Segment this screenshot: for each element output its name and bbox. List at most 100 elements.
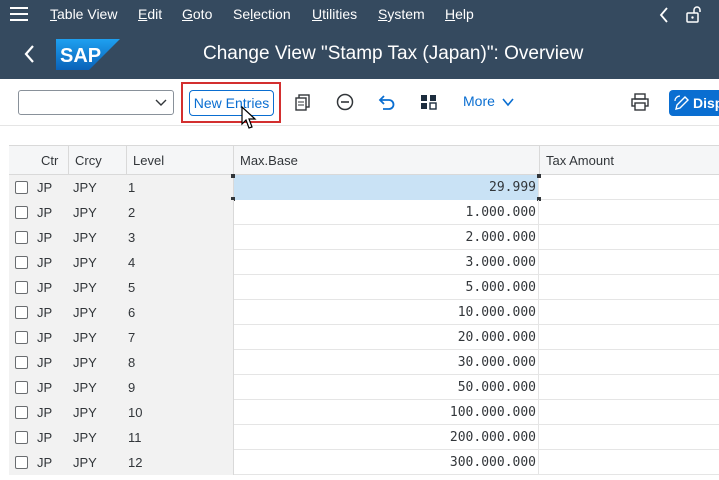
menu-system[interactable]: System [378,6,425,23]
cell-max-base[interactable]: 30.000.000 [233,350,539,375]
table-row[interactable]: JP JPY 3 2.000.000 [9,225,719,250]
table-row[interactable]: JP JPY 5 5.000.000 [9,275,719,300]
menu-table-view[interactable]: Table View [50,6,117,23]
cell-level: 1 [128,180,136,195]
more-button-label: More [463,93,495,109]
row-select-checkbox[interactable] [15,206,28,219]
cell-max-base[interactable]: 3.000.000 [233,250,539,275]
cell-level: 3 [128,230,136,245]
cell-max-base[interactable]: 20.000.000 [233,325,539,350]
cell-max-base[interactable]: 300.000.000 [233,450,539,475]
cell-level: 2 [128,205,136,220]
column-header-ctr[interactable]: Ctr [35,146,71,175]
cell-crcy: JPY [73,255,97,270]
column-header-level[interactable]: Level [126,146,233,175]
table-row[interactable]: JP JPY 6 10.000.000 [9,300,719,325]
cell-crcy: JPY [73,280,97,295]
delete-icon[interactable] [335,92,355,112]
unlock-icon[interactable] [684,5,702,23]
table-row[interactable]: JP JPY 12 300.000.000 [9,450,719,475]
row-select-checkbox[interactable] [15,281,28,294]
print-icon[interactable] [630,92,650,112]
cell-level: 4 [128,255,136,270]
cell-ctr: JP [37,305,53,320]
menu-goto[interactable]: Goto [182,6,212,23]
undo-icon[interactable] [377,92,397,112]
cell-max-base[interactable]: 50.000.000 [233,375,539,400]
row-select-checkbox[interactable] [15,306,28,319]
page-title: Change View "Stamp Tax (Japan)": Overvie… [203,43,584,64]
select-blocks-icon[interactable] [419,92,439,112]
cell-max-base[interactable]: 5.000.000 [233,275,539,300]
display-button-label: Disp [693,95,719,111]
cell-crcy: JPY [73,455,97,470]
copy-icon[interactable] [293,92,313,112]
table-row[interactable]: JP JPY 11 200.000.000 [9,425,719,450]
cell-max-base[interactable]: 2.000.000 [233,225,539,250]
row-select-checkbox[interactable] [15,256,28,269]
cell-ctr: JP [37,430,53,445]
column-header-tax-amount[interactable]: Tax Amount [539,146,719,175]
chevron-down-icon [155,99,167,106]
cell-ctr: JP [37,405,53,420]
cell-ctr: JP [37,355,53,370]
table-row[interactable]: JP JPY 1 29.999 [9,174,719,201]
table-row[interactable]: JP JPY 7 20.000.000 [9,325,719,350]
cell-ctr: JP [37,230,53,245]
cell-crcy: JPY [73,330,97,345]
new-entries-button[interactable]: New Entries [189,90,274,116]
row-select-checkbox[interactable] [15,356,28,369]
table-row[interactable]: JP JPY 4 3.000.000 [9,250,719,275]
hamburger-menu-icon[interactable] [10,7,28,21]
cell-level: 5 [128,280,136,295]
chevron-left-icon[interactable] [658,7,670,23]
cell-crcy: JPY [73,380,97,395]
cell-crcy: JPY [73,230,97,245]
title-bar: SAP Change View "Stamp Tax (Japan)": Ove… [0,29,719,79]
cell-level: 12 [128,455,143,470]
menu-bar: Table View Edit Goto Selection Utilities… [0,0,719,29]
menu-help[interactable]: Help [445,6,474,23]
cell-max-base[interactable]: 200.000.000 [233,425,539,450]
menu-edit[interactable]: Edit [138,6,162,23]
chevron-down-icon [502,98,514,107]
table-row[interactable]: JP JPY 10 100.000.000 [9,400,719,425]
row-select-checkbox[interactable] [15,231,28,244]
menu-selection[interactable]: Selection [233,6,291,23]
cell-max-base[interactable]: 10.000.000 [233,300,539,325]
cell-crcy: JPY [73,405,97,420]
cell-ctr: JP [37,330,53,345]
cell-max-base[interactable]: 100.000.000 [233,400,539,425]
row-select-checkbox[interactable] [15,381,28,394]
cell-level: 8 [128,355,136,370]
row-select-checkbox[interactable] [15,406,28,419]
table-row[interactable]: JP JPY 9 50.000.000 [9,375,719,400]
menu-utilities[interactable]: Utilities [312,6,357,23]
cell-level: 6 [128,305,136,320]
cell-level: 10 [128,405,143,420]
column-header-crcy[interactable]: Crcy [68,146,128,175]
table-header: Ctr Crcy Level Max.Base Tax Amount [9,145,719,175]
display-button[interactable]: Disp [669,90,719,116]
more-button[interactable]: More [463,93,514,109]
table-row[interactable]: JP JPY 2 1.000.000 [9,200,719,225]
row-select-checkbox[interactable] [15,431,28,444]
cell-ctr: JP [37,380,53,395]
row-select-checkbox[interactable] [15,181,28,194]
table-row[interactable]: JP JPY 8 30.000.000 [9,350,719,375]
cell-ctr: JP [37,255,53,270]
cell-crcy: JPY [73,180,97,195]
column-header-max-base[interactable]: Max.Base [233,146,539,175]
variant-dropdown[interactable] [18,90,174,115]
cell-max-base[interactable]: 29.999 [233,175,539,200]
cell-ctr: JP [37,455,53,470]
back-arrow-icon[interactable] [20,43,40,65]
mouse-cursor-icon [241,106,257,129]
cell-level: 9 [128,380,136,395]
row-select-checkbox[interactable] [15,331,28,344]
row-select-checkbox[interactable] [15,456,28,469]
cell-ctr: JP [37,205,53,220]
cell-max-base[interactable]: 1.000.000 [233,200,539,225]
cell-crcy: JPY [73,205,97,220]
cell-level: 7 [128,330,136,345]
